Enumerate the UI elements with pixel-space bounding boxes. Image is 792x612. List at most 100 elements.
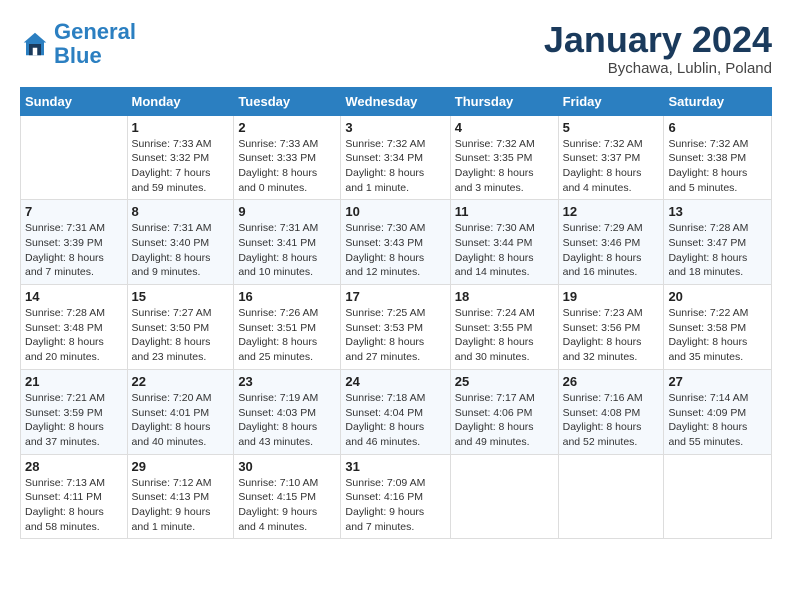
calendar-cell: 5Sunrise: 7:32 AM Sunset: 3:37 PM Daylig… <box>558 115 664 200</box>
day-number: 16 <box>238 289 336 304</box>
calendar-cell <box>664 454 772 539</box>
day-detail: Sunrise: 7:31 AM Sunset: 3:40 PM Dayligh… <box>132 221 230 280</box>
day-detail: Sunrise: 7:26 AM Sunset: 3:51 PM Dayligh… <box>238 306 336 365</box>
calendar-cell: 15 Sunrise: 7:27 AM Sunset: 3:50 PM Dayli… <box>127 285 234 370</box>
calendar-week-row: 28 Sunrise: 7:13 AM Sunset: 4:11 PM Dayli… <box>21 454 772 539</box>
title-block: January 2024 Bychawa, Lublin, Poland <box>544 20 772 77</box>
calendar-cell: 16 Sunrise: 7:26 AM Sunset: 3:51 PM Dayli… <box>234 285 341 370</box>
day-detail: Sunrise: 7:16 AM Sunset: 4:08 PM Dayligh… <box>563 391 660 450</box>
calendar-cell: 27Sunrise: 7:14 AM Sunset: 4:09 PM Dayli… <box>664 369 772 454</box>
day-detail: Sunrise: 7:20 AM Sunset: 4:01 PM Dayligh… <box>132 391 230 450</box>
day-number: 1 <box>132 120 230 135</box>
day-detail: Sunrise: 7:22 AM Sunset: 3:58 PM Dayligh… <box>668 306 767 365</box>
day-detail: Sunrise: 7:10 AM Sunset: 4:15 PM Dayligh… <box>238 476 336 535</box>
day-detail: Sunrise: 7:09 AM Sunset: 4:16 PM Dayligh… <box>345 476 445 535</box>
calendar-cell: 29Sunrise: 7:12 AM Sunset: 4:13 PM Dayli… <box>127 454 234 539</box>
day-detail: Sunrise: 7:33 AM Sunset: 3:32 PM Dayligh… <box>132 137 230 196</box>
day-detail: Sunrise: 7:27 AM Sunset: 3:50 PM Dayligh… <box>132 306 230 365</box>
day-detail: Sunrise: 7:21 AM Sunset: 3:59 PM Dayligh… <box>25 391 123 450</box>
day-detail: Sunrise: 7:31 AM Sunset: 3:39 PM Dayligh… <box>25 221 123 280</box>
day-number: 22 <box>132 374 230 389</box>
logo-icon <box>20 29 50 59</box>
day-detail: Sunrise: 7:29 AM Sunset: 3:46 PM Dayligh… <box>563 221 660 280</box>
day-number: 26 <box>563 374 660 389</box>
month-title: January 2024 <box>544 20 772 60</box>
day-detail: Sunrise: 7:18 AM Sunset: 4:04 PM Dayligh… <box>345 391 445 450</box>
day-number: 4 <box>455 120 554 135</box>
calendar-week-row: 1 Sunrise: 7:33 AM Sunset: 3:32 PM Daylig… <box>21 115 772 200</box>
weekday-header: Saturday <box>664 87 772 115</box>
weekday-header: Tuesday <box>234 87 341 115</box>
calendar-cell: 4 Sunrise: 7:32 AM Sunset: 3:35 PM Daylig… <box>450 115 558 200</box>
calendar-week-row: 21 Sunrise: 7:21 AM Sunset: 3:59 PM Dayli… <box>21 369 772 454</box>
calendar-cell: 24 Sunrise: 7:18 AM Sunset: 4:04 PM Dayli… <box>341 369 450 454</box>
calendar-cell: 3 Sunrise: 7:32 AM Sunset: 3:34 PM Daylig… <box>341 115 450 200</box>
calendar-week-row: 14Sunrise: 7:28 AM Sunset: 3:48 PM Dayli… <box>21 285 772 370</box>
day-number: 18 <box>455 289 554 304</box>
calendar-cell: 1 Sunrise: 7:33 AM Sunset: 3:32 PM Daylig… <box>127 115 234 200</box>
calendar-cell: 23 Sunrise: 7:19 AM Sunset: 4:03 PM Dayli… <box>234 369 341 454</box>
day-number: 7 <box>25 204 123 219</box>
calendar-cell: 9Sunrise: 7:31 AM Sunset: 3:41 PM Daylig… <box>234 200 341 285</box>
day-number: 20 <box>668 289 767 304</box>
day-number: 28 <box>25 459 123 474</box>
calendar-cell: 2 Sunrise: 7:33 AM Sunset: 3:33 PM Daylig… <box>234 115 341 200</box>
calendar-cell: 8Sunrise: 7:31 AM Sunset: 3:40 PM Daylig… <box>127 200 234 285</box>
calendar-cell: 12 Sunrise: 7:29 AM Sunset: 3:46 PM Dayli… <box>558 200 664 285</box>
day-number: 3 <box>345 120 445 135</box>
logo: General Blue <box>20 20 136 68</box>
logo-line1: General <box>54 19 136 44</box>
day-number: 19 <box>563 289 660 304</box>
day-detail: Sunrise: 7:28 AM Sunset: 3:47 PM Dayligh… <box>668 221 767 280</box>
weekday-header: Sunday <box>21 87 128 115</box>
calendar-cell: 30Sunrise: 7:10 AM Sunset: 4:15 PM Dayli… <box>234 454 341 539</box>
day-number: 23 <box>238 374 336 389</box>
calendar-cell: 26 Sunrise: 7:16 AM Sunset: 4:08 PM Dayli… <box>558 369 664 454</box>
calendar-cell: 19 Sunrise: 7:23 AM Sunset: 3:56 PM Dayli… <box>558 285 664 370</box>
day-detail: Sunrise: 7:25 AM Sunset: 3:53 PM Dayligh… <box>345 306 445 365</box>
calendar-cell <box>558 454 664 539</box>
weekday-header: Wednesday <box>341 87 450 115</box>
calendar-cell: 21 Sunrise: 7:21 AM Sunset: 3:59 PM Dayli… <box>21 369 128 454</box>
calendar-cell: 28 Sunrise: 7:13 AM Sunset: 4:11 PM Dayli… <box>21 454 128 539</box>
day-detail: Sunrise: 7:28 AM Sunset: 3:48 PM Dayligh… <box>25 306 123 365</box>
logo-text: General Blue <box>54 20 136 68</box>
calendar-cell: 18Sunrise: 7:24 AM Sunset: 3:55 PM Dayli… <box>450 285 558 370</box>
day-detail: Sunrise: 7:32 AM Sunset: 3:38 PM Dayligh… <box>668 137 767 196</box>
calendar-cell: 11Sunrise: 7:30 AM Sunset: 3:44 PM Dayli… <box>450 200 558 285</box>
day-number: 10 <box>345 204 445 219</box>
calendar-table: SundayMondayTuesdayWednesdayThursdayFrid… <box>20 87 772 540</box>
calendar-cell: 7 Sunrise: 7:31 AM Sunset: 3:39 PM Daylig… <box>21 200 128 285</box>
day-number: 15 <box>132 289 230 304</box>
day-number: 17 <box>345 289 445 304</box>
day-number: 31 <box>345 459 445 474</box>
calendar-cell <box>21 115 128 200</box>
weekday-header: Thursday <box>450 87 558 115</box>
day-number: 12 <box>563 204 660 219</box>
day-detail: Sunrise: 7:19 AM Sunset: 4:03 PM Dayligh… <box>238 391 336 450</box>
day-number: 9 <box>238 204 336 219</box>
day-detail: Sunrise: 7:32 AM Sunset: 3:34 PM Dayligh… <box>345 137 445 196</box>
day-detail: Sunrise: 7:13 AM Sunset: 4:11 PM Dayligh… <box>25 476 123 535</box>
day-detail: Sunrise: 7:30 AM Sunset: 3:43 PM Dayligh… <box>345 221 445 280</box>
day-number: 6 <box>668 120 767 135</box>
day-detail: Sunrise: 7:30 AM Sunset: 3:44 PM Dayligh… <box>455 221 554 280</box>
calendar-cell: 20 Sunrise: 7:22 AM Sunset: 3:58 PM Dayli… <box>664 285 772 370</box>
calendar-cell: 22 Sunrise: 7:20 AM Sunset: 4:01 PM Dayli… <box>127 369 234 454</box>
day-number: 24 <box>345 374 445 389</box>
calendar-cell: 17 Sunrise: 7:25 AM Sunset: 3:53 PM Dayli… <box>341 285 450 370</box>
day-detail: Sunrise: 7:33 AM Sunset: 3:33 PM Dayligh… <box>238 137 336 196</box>
day-number: 13 <box>668 204 767 219</box>
day-detail: Sunrise: 7:32 AM Sunset: 3:37 PM Dayligh… <box>563 137 660 196</box>
calendar-cell <box>450 454 558 539</box>
day-detail: Sunrise: 7:32 AM Sunset: 3:35 PM Dayligh… <box>455 137 554 196</box>
day-detail: Sunrise: 7:23 AM Sunset: 3:56 PM Dayligh… <box>563 306 660 365</box>
calendar-week-row: 7 Sunrise: 7:31 AM Sunset: 3:39 PM Daylig… <box>21 200 772 285</box>
logo-line2: Blue <box>54 43 102 68</box>
day-number: 2 <box>238 120 336 135</box>
calendar-cell: 31 Sunrise: 7:09 AM Sunset: 4:16 PM Dayli… <box>341 454 450 539</box>
calendar-cell: 25Sunrise: 7:17 AM Sunset: 4:06 PM Dayli… <box>450 369 558 454</box>
weekday-header: Monday <box>127 87 234 115</box>
day-number: 21 <box>25 374 123 389</box>
day-number: 27 <box>668 374 767 389</box>
